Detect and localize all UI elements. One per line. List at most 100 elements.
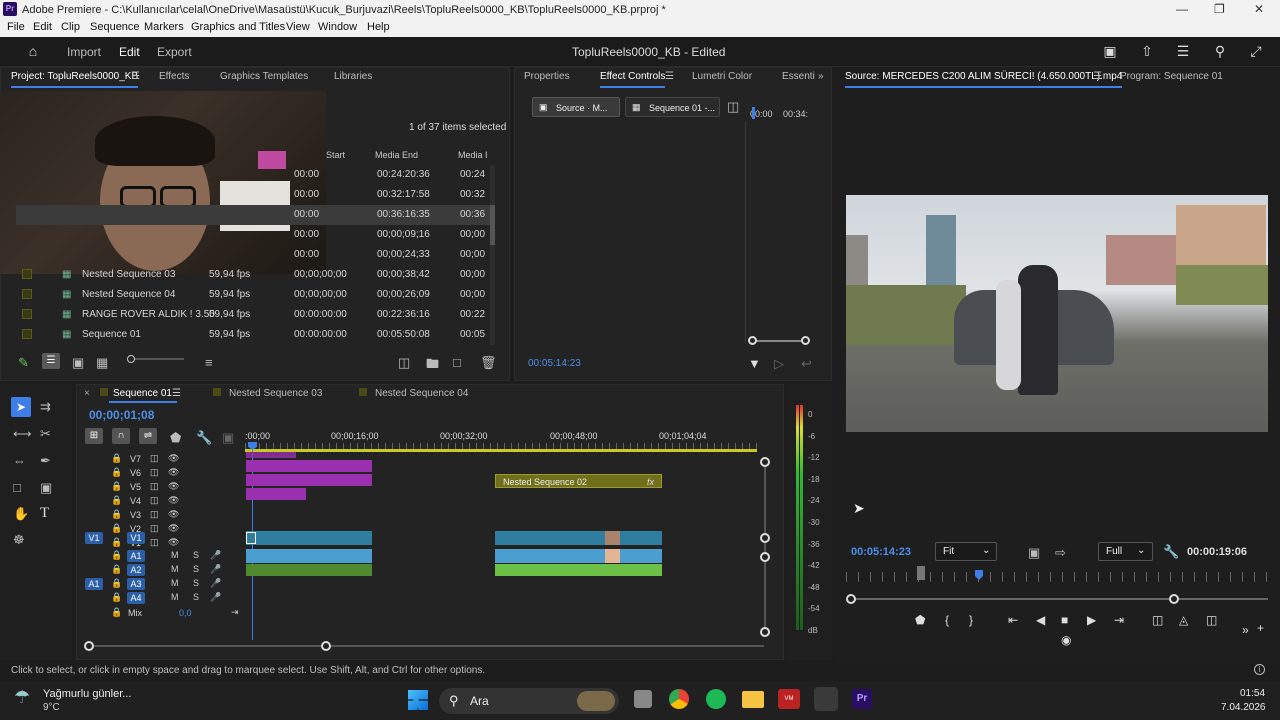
col-start[interactable]: Start — [326, 150, 345, 160]
effect-zoom-handle-left[interactable] — [748, 336, 757, 345]
menu-markers[interactable]: Markers — [144, 21, 184, 33]
clip-a1-a[interactable] — [246, 549, 372, 563]
vscroll-handle-2[interactable] — [760, 533, 770, 543]
automate-icon[interactable]: ◫ — [398, 355, 410, 371]
more-controls-icon[interactable]: » — [1242, 623, 1249, 637]
source-menu-icon[interactable]: ☰ — [1093, 71, 1102, 82]
source-zoom-handle-right[interactable] — [1169, 594, 1179, 604]
eye-icon[interactable]: 👁 — [168, 537, 179, 548]
stop-icon[interactable]: ■ — [1061, 613, 1068, 627]
clip-v1-c[interactable] — [605, 531, 620, 545]
audio-track-target[interactable]: A4 — [127, 592, 145, 604]
label-swatch[interactable] — [22, 269, 32, 279]
new-bin-icon[interactable]: 🖿 — [426, 355, 439, 377]
crop-icon[interactable]: ▣ — [40, 480, 52, 496]
source-zoom-bar[interactable] — [850, 598, 1268, 600]
captions-icon[interactable]: ▣ — [222, 430, 234, 446]
selection-tool-icon[interactable]: ➤ — [11, 397, 31, 417]
filter-icon[interactable]: ▼ — [748, 356, 761, 371]
lock-icon[interactable]: 🔒 — [111, 607, 122, 618]
go-to-out-icon[interactable]: ⇥ — [231, 607, 239, 618]
label-swatch[interactable] — [22, 289, 32, 299]
home-icon[interactable]: ⌂ — [24, 43, 42, 61]
freeform-view-icon[interactable]: ▦ — [96, 355, 108, 371]
tab-program[interactable]: Program: Sequence 01 — [1120, 71, 1223, 82]
microphone-icon[interactable]: 🎤 — [210, 578, 221, 589]
lock-icon[interactable]: 🔒 — [111, 467, 122, 478]
project-row[interactable]: 00:00 00:36:16:35 00:36 — [16, 205, 494, 225]
clip-v1-a[interactable] — [246, 531, 372, 545]
slip-icon[interactable]: ⇔ — [13, 453, 26, 468]
source-v1-patch[interactable]: V1 — [85, 532, 103, 544]
solo-button[interactable]: S — [193, 578, 199, 588]
vscroll-handle-4[interactable] — [760, 627, 770, 637]
icon-view-icon[interactable]: ▣ — [72, 355, 84, 371]
source-timecode[interactable]: 00:05:14:23 — [851, 546, 911, 558]
selected-clip-edge[interactable] — [246, 532, 256, 544]
project-row[interactable]: 00:00 00;00;24;33 00;00 — [16, 245, 494, 265]
quality-dropdown[interactable]: Full ⌄ — [1098, 542, 1153, 561]
clip-v4[interactable] — [246, 488, 306, 500]
project-row[interactable]: ▦ RANGE ROVER ALDIK ! 3.50 59,94 fps 00:00:… — [16, 305, 494, 325]
lock-icon[interactable]: 🔒 — [111, 495, 122, 506]
microphone-icon[interactable]: 🎤 — [210, 564, 221, 575]
lock-icon[interactable]: 🔒 — [111, 537, 122, 548]
mark-in-icon[interactable]: { — [945, 613, 949, 627]
list-view-icon[interactable]: ☰ — [42, 353, 60, 369]
project-menu-icon[interactable]: ☰ — [131, 71, 140, 82]
weather-text[interactable]: Yağmurlu günler... — [43, 688, 131, 700]
clock-date[interactable]: 7.04.2026 — [1221, 702, 1266, 713]
tab-source[interactable]: Source: MERCEDES C200 ALIM SÜRECİ! (4.65… — [845, 71, 1123, 88]
lock-icon[interactable]: 🔒 — [111, 523, 122, 534]
eye-icon[interactable]: 👁 — [168, 453, 179, 464]
menu-file[interactable]: File — [7, 21, 25, 33]
zoom-slider-handle[interactable] — [127, 355, 135, 363]
zoom-slider[interactable] — [129, 358, 184, 360]
more-tabs-icon[interactable]: » — [818, 71, 824, 82]
vscroll-handle-1[interactable] — [760, 457, 770, 467]
tab-import[interactable]: Import — [67, 45, 101, 59]
lock-icon[interactable]: 🔒 — [111, 481, 122, 492]
restore-icon[interactable]: ❐ — [1214, 2, 1225, 16]
eye-icon[interactable]: 👁 — [168, 509, 179, 520]
project-row[interactable]: ▦ Nested Sequence 04 59,94 fps 00;00;00;00 0… — [16, 285, 494, 305]
tab-lumetri-color[interactable]: Lumetri Color — [692, 71, 752, 82]
timeline-vscroll[interactable] — [764, 460, 766, 630]
clip-a1-b[interactable] — [495, 549, 662, 563]
sync-lock-icon[interactable]: ◫ — [150, 453, 159, 464]
mute-button[interactable]: M — [171, 592, 179, 602]
lock-icon[interactable]: 🔒 — [111, 592, 122, 603]
solo-button[interactable]: S — [193, 564, 199, 574]
export-frame-icon[interactable]: ◫ — [1206, 613, 1217, 627]
play-audio-icon[interactable]: ▷ — [774, 356, 784, 372]
add-marker-icon[interactable]: ⬟ — [915, 613, 925, 627]
source-dropdown[interactable]: ▣ Source · M... — [532, 97, 620, 117]
settings-icon[interactable]: ☰ — [1174, 43, 1192, 61]
timeline-menu-icon[interactable]: ☰ — [172, 388, 181, 399]
menu-clip[interactable]: Clip — [61, 21, 80, 33]
track-label[interactable]: V5 — [130, 482, 141, 492]
panel-layout-icon[interactable]: ▣ — [1101, 43, 1119, 61]
add-button-icon[interactable]: + — [1257, 621, 1264, 635]
mix-value[interactable]: 0,0 — [179, 608, 192, 618]
linked-selection-icon[interactable]: ⇌ — [139, 428, 157, 444]
tab-export[interactable]: Export — [157, 45, 192, 59]
lock-icon[interactable]: 🔒 — [111, 509, 122, 520]
fullscreen-icon[interactable]: ⤢ — [1247, 43, 1265, 61]
clock-time[interactable]: 01:54 — [1240, 688, 1265, 699]
chrome-icon[interactable] — [669, 689, 689, 709]
clip-v5[interactable] — [246, 474, 372, 486]
tab-effect-controls[interactable]: Effect Controls — [600, 71, 666, 88]
premiere-taskbar-icon[interactable]: Pr — [852, 689, 872, 709]
source-time-ruler[interactable] — [846, 572, 1268, 582]
eye-icon[interactable]: 👁 — [168, 467, 179, 478]
menu-sequence[interactable]: Sequence — [90, 21, 140, 33]
add-marker-icon[interactable]: ⬟ — [170, 430, 181, 446]
sync-lock-icon[interactable]: ◫ — [150, 481, 159, 492]
info-icon[interactable]: i — [1254, 664, 1265, 675]
in-point-marker[interactable] — [917, 566, 925, 580]
source-a1-patch[interactable]: A1 — [85, 578, 103, 590]
hand-icon[interactable]: ✋ — [13, 506, 29, 522]
col-media-end[interactable]: Media End — [375, 150, 418, 160]
mark-out-icon[interactable]: } — [969, 613, 973, 627]
